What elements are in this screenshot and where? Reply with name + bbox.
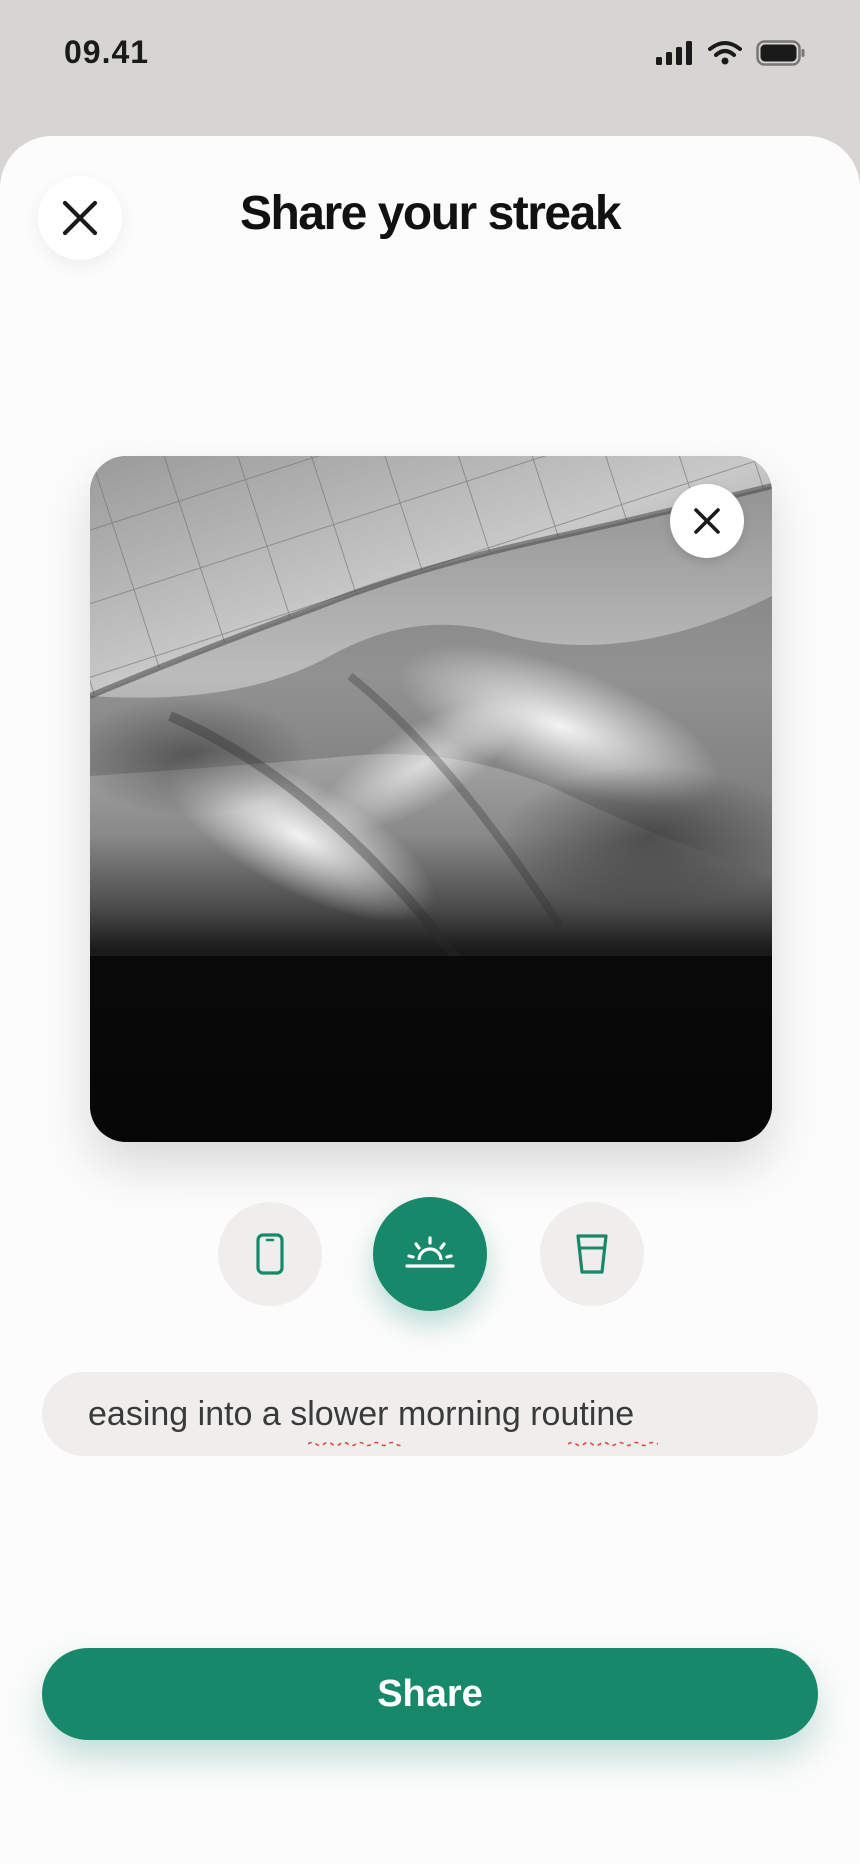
signal-icon [656, 41, 692, 65]
sunrise-icon [405, 1236, 455, 1268]
photo-card [90, 456, 772, 1142]
spellcheck-underline [308, 1441, 404, 1446]
habit-phone-button[interactable] [218, 1202, 322, 1306]
habit-sunrise-button[interactable] [373, 1197, 487, 1311]
remove-photo-button[interactable] [670, 484, 744, 558]
glass-icon [576, 1234, 608, 1274]
page-title: Share your streak [239, 187, 622, 240]
caption-input[interactable]: easing into a slower morning routine [42, 1372, 818, 1456]
wifi-icon [708, 41, 742, 65]
status-time: 09.41 [64, 34, 150, 70]
share-button[interactable]: Share [42, 1648, 818, 1740]
close-icon [694, 508, 720, 534]
share-sheet: Share your streak easing into a slower m… [0, 136, 860, 1864]
phone-icon [256, 1233, 284, 1275]
status-bar: 09.41 [0, 0, 860, 110]
spellcheck-underline [568, 1441, 658, 1446]
habit-selector [0, 1194, 860, 1314]
battery-icon [756, 40, 805, 66]
caption-text: easing into a slower morning routine [88, 1395, 658, 1446]
streak-photo [90, 456, 772, 1142]
status-icons [656, 40, 806, 66]
habit-glass-button[interactable] [540, 1202, 644, 1306]
